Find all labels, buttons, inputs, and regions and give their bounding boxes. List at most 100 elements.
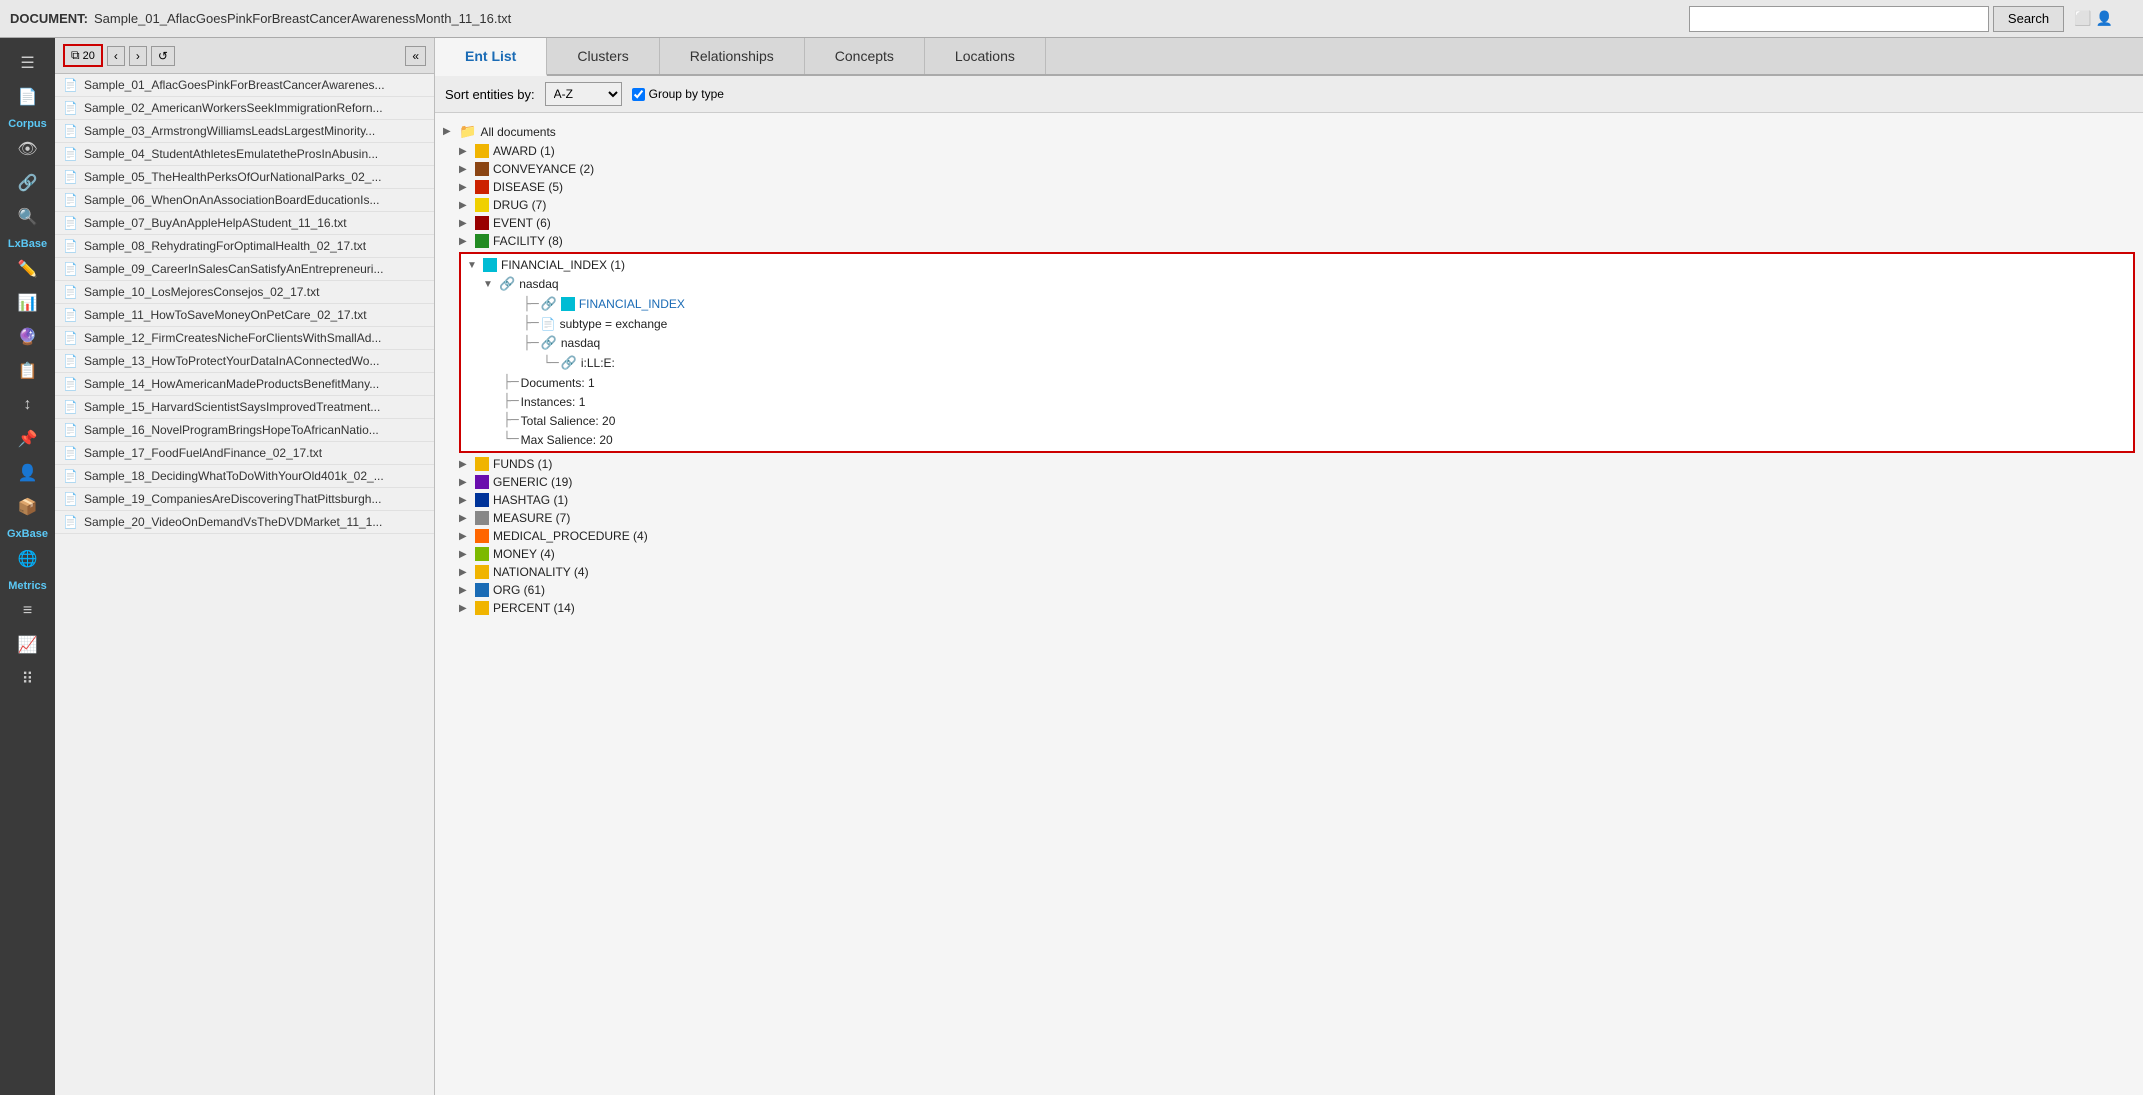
file-name: Sample_20_VideoOnDemandVsTheDVDMarket_11… (84, 515, 382, 529)
badge-button[interactable]: ⧉ 20 (63, 44, 103, 67)
next-button[interactable]: › (129, 46, 147, 66)
group-label: Group by type (649, 87, 724, 101)
sidebar-box-icon[interactable]: 📦 (8, 490, 48, 524)
sort-select[interactable]: A-Z Z-A Count Salience (545, 82, 622, 106)
tree-money[interactable]: ▶ MONEY (4) (439, 545, 2139, 563)
tree-root[interactable]: ▶ 📁 All documents (439, 121, 2139, 142)
sidebar-chart-icon[interactable]: 📈 (8, 628, 48, 662)
tab-concepts[interactable]: Concepts (805, 38, 925, 74)
org-arrow: ▶ (459, 585, 471, 596)
sidebar-cluster-icon[interactable]: 🔮 (8, 320, 48, 354)
sidebar-arrow-icon[interactable]: ↕ (8, 388, 48, 422)
tree-area[interactable]: ▶ 📁 All documents ▶ AWARD (1) ▶ CONVEYAN… (435, 113, 2143, 1095)
money-icon (475, 547, 489, 561)
facility-icon (475, 234, 489, 248)
tree-subtype[interactable]: ├─ 📄 subtype = exchange (463, 314, 2131, 333)
sidebar-metrics-label[interactable]: Metrics (8, 580, 47, 592)
tree-measure[interactable]: ▶ MEASURE (7) (439, 509, 2139, 527)
sidebar-person-icon[interactable]: 👤 (8, 456, 48, 490)
tab-ent-list[interactable]: Ent List (435, 38, 547, 76)
file-name: Sample_16_NovelProgramBringsHopeToAfrica… (84, 423, 379, 437)
tree-org[interactable]: ▶ ORG (61) (439, 581, 2139, 599)
search-button[interactable]: Search (1993, 6, 2064, 32)
tree-generic[interactable]: ▶ GENERIC (19) (439, 473, 2139, 491)
nasdaq-label: nasdaq (519, 277, 558, 291)
subtype-label: subtype = exchange (560, 317, 668, 331)
sidebar-corpus-label[interactable]: Corpus (8, 118, 47, 130)
tree-nationality[interactable]: ▶ NATIONALITY (4) (439, 563, 2139, 581)
file-item[interactable]: 📄Sample_06_WhenOnAnAssociationBoardEduca… (55, 189, 434, 212)
prev-button[interactable]: ‹ (107, 46, 125, 66)
sidebar-lxbase-label[interactable]: LxBase (8, 238, 47, 250)
sidebar-link-icon[interactable]: 🔗 (8, 166, 48, 200)
file-item[interactable]: 📄Sample_08_RehydratingForOptimalHealth_0… (55, 235, 434, 258)
file-item[interactable]: 📄Sample_17_FoodFuelAndFinance_02_17.txt (55, 442, 434, 465)
tree-financial-index[interactable]: ▼ FINANCIAL_INDEX (1) (463, 256, 2131, 274)
tree-disease[interactable]: ▶ DISEASE (5) (439, 178, 2139, 196)
expand-button[interactable]: « (405, 46, 426, 66)
search-input[interactable] (1689, 6, 1989, 32)
sidebar-gxbase-label[interactable]: GxBase (7, 528, 48, 540)
file-item[interactable]: 📄Sample_16_NovelProgramBringsHopeToAfric… (55, 419, 434, 442)
file-item[interactable]: 📄Sample_12_FirmCreatesNicheForClientsWit… (55, 327, 434, 350)
sidebar-eye-icon[interactable]: 👁 (8, 132, 48, 166)
file-name: Sample_18_DecidingWhatToDoWithYourOld401… (84, 469, 384, 483)
tab-relationships[interactable]: Relationships (660, 38, 805, 74)
file-name: Sample_12_FirmCreatesNicheForClientsWith… (84, 331, 381, 345)
tab-clusters[interactable]: Clusters (547, 38, 659, 74)
file-item[interactable]: 📄Sample_07_BuyAnAppleHelpAStudent_11_16.… (55, 212, 434, 235)
tree-funds[interactable]: ▶ FUNDS (1) (439, 455, 2139, 473)
file-icon: 📄 (63, 285, 78, 299)
fi-icon (483, 258, 497, 272)
group-checkbox[interactable] (632, 88, 645, 101)
tree-fi-child[interactable]: ├─ 🔗 FINANCIAL_INDEX (463, 294, 2131, 314)
file-item[interactable]: 📄Sample_11_HowToSaveMoneyOnPetCare_02_17… (55, 304, 434, 327)
refresh-button[interactable]: ↺ (151, 46, 175, 66)
file-item[interactable]: 📄Sample_10_LosMejoresConsejos_02_17.txt (55, 281, 434, 304)
sidebar-table-icon[interactable]: 📊 (8, 286, 48, 320)
sidebar-dots-icon[interactable]: ⠿ (8, 662, 48, 696)
file-item[interactable]: 📄Sample_02_AmericanWorkersSeekImmigratio… (55, 97, 434, 120)
link-icon-4: 🔗 (561, 355, 577, 371)
file-item[interactable]: 📄Sample_14_HowAmericanMadeProductsBenefi… (55, 373, 434, 396)
tree-drug[interactable]: ▶ DRUG (7) (439, 196, 2139, 214)
tree-hashtag[interactable]: ▶ HASHTAG (1) (439, 491, 2139, 509)
tree-facility[interactable]: ▶ FACILITY (8) (439, 232, 2139, 250)
file-item[interactable]: 📄 Sample_18_DecidingWhatToDoWithYourOld40… (55, 465, 434, 488)
drug-arrow: ▶ (459, 200, 471, 211)
file-item[interactable]: 📄 Sample_20_VideoOnDemandVsTheDVDMarket_1… (55, 511, 434, 534)
tree-award[interactable]: ▶ AWARD (1) (439, 142, 2139, 160)
tree-ille[interactable]: └─ 🔗 i:LL:E: (463, 353, 2131, 373)
ms-connector: └─ (503, 432, 519, 447)
tree-nasdaq-child[interactable]: ├─ 🔗 nasdaq (463, 333, 2131, 353)
sidebar-pin-icon[interactable]: 📌 (8, 422, 48, 456)
sidebar-list-icon[interactable]: ≡ (8, 594, 48, 628)
sidebar-globe-icon[interactable]: 🌐 (8, 542, 48, 576)
file-item[interactable]: 📄Sample_05_TheHealthPerksOfOurNationalPa… (55, 166, 434, 189)
sidebar-book-icon[interactable]: 📋 (8, 354, 48, 388)
tree-event[interactable]: ▶ EVENT (6) (439, 214, 2139, 232)
file-item[interactable]: 📄Sample_15_HarvardScientistSaysImprovedT… (55, 396, 434, 419)
tab-locations[interactable]: Locations (925, 38, 1046, 74)
file-item[interactable]: 📄Sample_04_StudentAthletesEmulatethePros… (55, 143, 434, 166)
file-item[interactable]: 📄Sample_03_ArmstrongWilliamsLeadsLargest… (55, 120, 434, 143)
fi-child-icon (561, 297, 575, 311)
sidebar-menu-icon[interactable]: ☰ (8, 46, 48, 80)
sidebar-search-icon[interactable]: 🔍 (8, 200, 48, 234)
file-icon: 📄 (63, 469, 78, 483)
generic-label: GENERIC (19) (493, 475, 572, 489)
file-icon: 📄 (63, 515, 78, 529)
file-item[interactable]: 📄Sample_13_HowToProtectYourDataInAConnec… (55, 350, 434, 373)
sidebar-doc-icon[interactable]: 📄 (8, 80, 48, 114)
file-item[interactable]: 📄Sample_19_CompaniesAreDiscoveringThatPi… (55, 488, 434, 511)
drug-label: DRUG (7) (493, 198, 546, 212)
file-name: Sample_13_HowToProtectYourDataInAConnect… (84, 354, 380, 368)
tree-medical-procedure[interactable]: ▶ MEDICAL_PROCEDURE (4) (439, 527, 2139, 545)
tree-nasdaq[interactable]: ▼ 🔗 nasdaq (463, 274, 2131, 294)
file-name: Sample_06_WhenOnAnAssociationBoardEducat… (84, 193, 380, 207)
tree-conveyance[interactable]: ▶ CONVEYANCE (2) (439, 160, 2139, 178)
tree-percent[interactable]: ▶ PERCENT (14) (439, 599, 2139, 617)
file-item[interactable]: 📄Sample_09_CareerInSalesCanSatisfyAnEntr… (55, 258, 434, 281)
sidebar-edit-icon[interactable]: ✏️ (8, 252, 48, 286)
file-item[interactable]: 📄Sample_01_AflacGoesPinkForBreastCancerA… (55, 74, 434, 97)
